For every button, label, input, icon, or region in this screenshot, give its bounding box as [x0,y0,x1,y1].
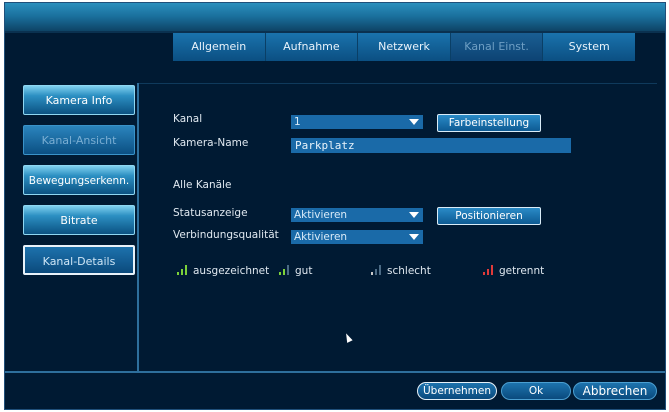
legend-getrennt: getrennt [483,265,544,277]
legend-schlecht-label: schlecht [387,265,431,277]
chevron-down-icon [409,234,419,240]
tab-aufnahme[interactable]: Aufnahme [265,33,359,61]
sidebar-divider [137,83,139,373]
legend-schlecht: schlecht [371,265,431,277]
sidebar-item-kamera-info[interactable]: Kamera Info [23,85,135,115]
alle-kanaele-heading: Alle Kanäle [173,179,232,191]
cancel-button[interactable]: Abbrechen [573,382,657,400]
verbindungsqualitaet-select-value: Aktivieren [294,231,348,243]
tab-netzwerk[interactable]: Netzwerk [358,33,451,61]
signal-excellent-icon [177,265,191,275]
sidebar-item-kanal-ansicht[interactable]: Kanal-Ansicht [23,125,135,155]
tab-kanal-einst[interactable]: Kanal Einst. [450,33,544,61]
signal-disconnected-icon [483,265,497,275]
legend-gut: gut [279,265,312,277]
content-top-divider [137,83,657,84]
verbindungsqualitaet-select[interactable]: Aktivieren [291,230,423,244]
positionieren-button[interactable]: Positionieren [437,207,541,225]
kamera-name-input[interactable]: Parkplatz [291,138,571,153]
tab-system[interactable]: System [543,33,635,61]
sidebar-item-bitrate[interactable]: Bitrate [23,205,135,235]
statusanzeige-select[interactable]: Aktivieren [291,208,423,222]
statusanzeige-select-value: Aktivieren [294,209,348,221]
kanal-select[interactable]: 1 [291,115,423,129]
apply-button[interactable]: Übernehmen [417,382,497,400]
legend-ausgezeichnet-label: ausgezeichnet [193,265,270,277]
tab-allgemein[interactable]: Allgemein [173,33,266,61]
ok-button[interactable]: Ok [501,382,571,400]
legend-ausgezeichnet: ausgezeichnet [177,265,269,277]
farbeinstellung-button[interactable]: Farbeinstellung [437,114,541,132]
kanal-label: Kanal [173,113,203,125]
kamera-name-label: Kamera-Name [173,137,249,149]
footer-divider [5,371,665,373]
legend-gut-label: gut [295,265,313,277]
sidebar: Kamera Info Kanal-Ansicht Bewegungserken… [23,85,135,275]
chevron-down-icon [409,119,419,125]
kanal-select-value: 1 [294,116,301,128]
title-bar [5,3,665,33]
settings-window: Allgemein Aufnahme Netzwerk Kanal Einst.… [4,2,666,410]
tab-bar: Allgemein Aufnahme Netzwerk Kanal Einst.… [173,33,635,61]
sidebar-item-bewegungserkennung[interactable]: Bewegungserkenn. [23,165,135,195]
signal-poor-icon [371,265,385,275]
legend-getrennt-label: getrennt [499,265,545,277]
mouse-cursor-icon [343,332,353,343]
verbindungsqualitaet-label: Verbindungsqualität [173,229,279,241]
chevron-down-icon [409,212,419,218]
sidebar-item-kanal-details[interactable]: Kanal-Details [23,245,135,275]
statusanzeige-label: Statusanzeige [173,207,248,219]
signal-good-icon [279,265,293,275]
